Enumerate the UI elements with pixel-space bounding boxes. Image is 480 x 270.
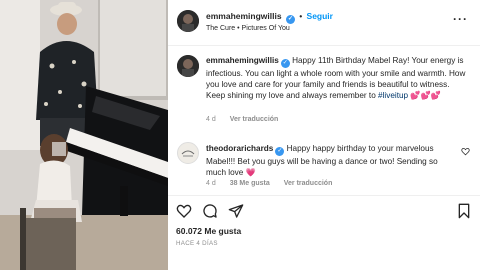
- heart-icon[interactable]: [176, 203, 192, 219]
- share-icon[interactable]: [228, 203, 244, 219]
- caption-username[interactable]: emmahemingwillis: [206, 56, 279, 65]
- verified-badge-icon: ✓: [280, 59, 290, 68]
- avatar-image: [178, 143, 198, 163]
- comment-emoji: 💗: [245, 168, 256, 178]
- post-header: emmahemingwillis ✓ • Seguir The Cure • P…: [168, 0, 480, 46]
- caption-time[interactable]: 4 d: [206, 116, 216, 123]
- comment-meta: 4 d 38 Me gusta Ver traducción: [206, 180, 344, 187]
- commenter-username[interactable]: theodorarichards: [206, 144, 273, 153]
- likes-count[interactable]: 60.072 Me gusta: [176, 226, 241, 236]
- verified-badge-icon: ✓: [275, 147, 285, 156]
- author-line: emmahemingwillis ✓ • Seguir: [206, 11, 333, 24]
- comment-icon[interactable]: [202, 203, 218, 219]
- post-timestamp[interactable]: HACE 4 DÍAS: [176, 240, 218, 247]
- follow-button[interactable]: Seguir: [307, 11, 333, 21]
- separator-dot: •: [299, 12, 303, 21]
- commenter-avatar[interactable]: [177, 142, 199, 164]
- caption-author-avatar[interactable]: [177, 55, 199, 77]
- author-username[interactable]: emmahemingwillis: [206, 11, 282, 21]
- post-detail-panel: emmahemingwillis ✓ • Seguir The Cure • P…: [168, 0, 480, 270]
- bookmark-icon[interactable]: [456, 203, 472, 219]
- comment-likes-count[interactable]: 38 Me gusta: [230, 180, 270, 187]
- comment-time[interactable]: 4 d: [206, 180, 216, 187]
- comment-like-heart-icon[interactable]: [461, 147, 470, 156]
- audio-track-label[interactable]: The Cure • Pictures Of You: [206, 25, 290, 32]
- verified-badge-icon: ✓: [285, 15, 295, 24]
- caption-text-block: emmahemingwillis ✓ Happy 11th Birthday Ma…: [206, 55, 468, 102]
- avatar-image: [177, 55, 199, 77]
- caption-hashtag[interactable]: #liveitup: [378, 91, 408, 100]
- more-options-icon[interactable]: ···: [453, 12, 468, 26]
- comment-translate-link[interactable]: Ver traducción: [284, 180, 333, 187]
- caption-meta: 4 d Ver traducción: [206, 116, 290, 123]
- avatar-image: [177, 10, 199, 32]
- caption-emojis: 💕💕💕: [410, 91, 441, 101]
- video-frame-image: [0, 0, 168, 270]
- action-bar: [168, 195, 480, 223]
- author-avatar[interactable]: [177, 10, 199, 32]
- comment-text-block: theodorarichards ✓ Happy happy birthday t…: [206, 143, 458, 178]
- post-media-video[interactable]: [0, 0, 168, 270]
- caption-translate-link[interactable]: Ver traducción: [230, 116, 279, 123]
